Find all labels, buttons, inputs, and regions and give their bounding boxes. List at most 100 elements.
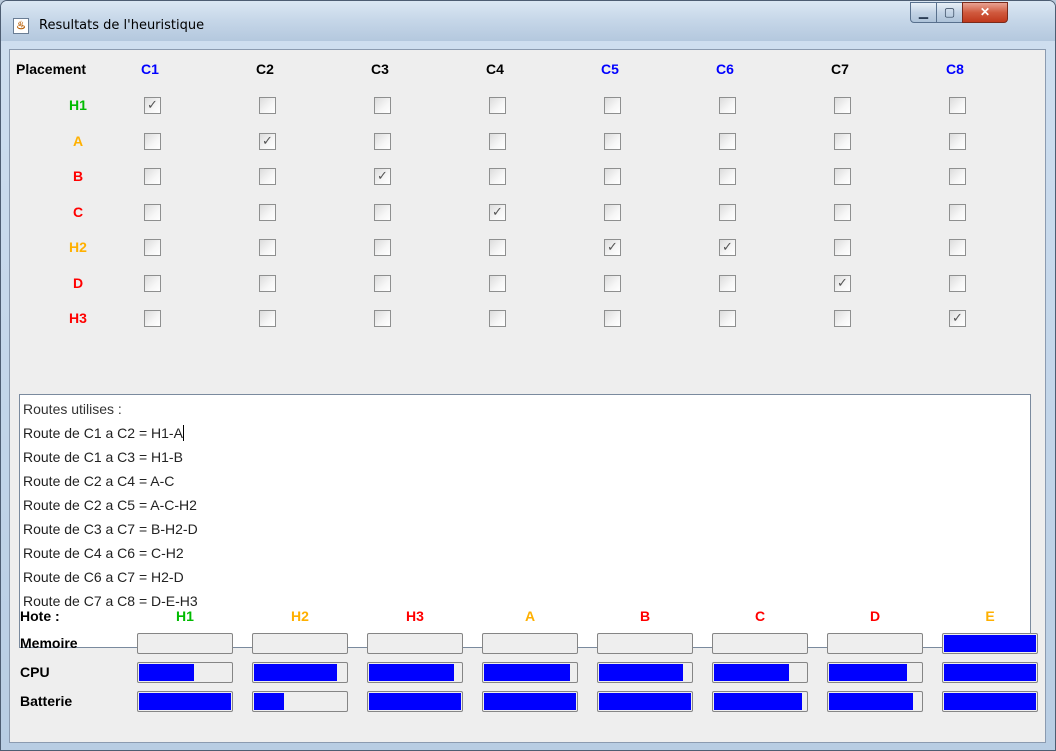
checkbox-d-c7[interactable] bbox=[834, 274, 851, 292]
checkbox-b-c5[interactable] bbox=[604, 168, 621, 185]
host-label-h3: H3 bbox=[406, 608, 424, 624]
checkbox-c-c5[interactable] bbox=[604, 203, 621, 221]
checkbox-d-c8[interactable] bbox=[949, 274, 966, 292]
checkbox-b-c8[interactable] bbox=[949, 168, 966, 185]
progress-fill bbox=[829, 664, 908, 681]
checkbox-b-c3[interactable] bbox=[374, 168, 391, 185]
checkbox-a-c4[interactable] bbox=[489, 132, 506, 150]
row-label-h1: H1 bbox=[69, 97, 87, 113]
text-caret bbox=[182, 425, 184, 441]
checkbox-b-c2[interactable] bbox=[259, 168, 276, 185]
checkbox-h3-c8[interactable] bbox=[949, 310, 966, 327]
checkbox-d-c3[interactable] bbox=[374, 274, 391, 292]
checkbox-h3-c7[interactable] bbox=[834, 310, 851, 327]
checkbox-b-c7[interactable] bbox=[834, 168, 851, 185]
checkbox-h2-c4[interactable] bbox=[489, 239, 506, 256]
checkbox-c-c8[interactable] bbox=[949, 203, 966, 221]
checkbox-h1-c1[interactable] bbox=[144, 97, 161, 114]
checkbox-b-c4[interactable] bbox=[489, 168, 506, 185]
progress-fill bbox=[484, 693, 576, 710]
routes-heading: Routes utilises : bbox=[23, 401, 122, 417]
checkbox-a-c6[interactable] bbox=[719, 132, 736, 150]
title-bar[interactable]: ♨ Resultats de l'heuristique ▁ ▢ ✕ bbox=[1, 1, 1055, 41]
checkbox-h2-c7[interactable] bbox=[834, 239, 851, 256]
progress-bar-batterie-c bbox=[712, 691, 808, 712]
checkbox-h3-c1[interactable] bbox=[144, 310, 161, 327]
progress-bar-cpu-a bbox=[482, 662, 578, 683]
row-label-h2: H2 bbox=[69, 239, 87, 255]
placement-header: Placement bbox=[16, 61, 87, 77]
progress-bar-cpu-h1 bbox=[137, 662, 233, 683]
java-cup-icon: ♨ bbox=[13, 18, 29, 34]
progress-bar-memoire-h2 bbox=[252, 633, 348, 654]
route-line: Route de C3 a C7 = B-H2-D bbox=[23, 521, 198, 537]
maximize-button[interactable]: ▢ bbox=[936, 2, 963, 23]
checkbox-h1-c4[interactable] bbox=[489, 97, 506, 114]
checkbox-h2-c3[interactable] bbox=[374, 239, 391, 256]
progress-bar-batterie-h3 bbox=[367, 691, 463, 712]
checkbox-h3-c5[interactable] bbox=[604, 310, 621, 327]
column-header-c5: C5 bbox=[601, 61, 619, 77]
checkbox-h1-c3[interactable] bbox=[374, 97, 391, 114]
checkbox-h1-c7[interactable] bbox=[834, 97, 851, 114]
row-label-d: D bbox=[72, 274, 84, 291]
checkbox-b-c1[interactable] bbox=[144, 168, 161, 185]
checkbox-h2-c2[interactable] bbox=[259, 239, 276, 256]
checkbox-h2-c8[interactable] bbox=[949, 239, 966, 256]
checkbox-a-c1[interactable] bbox=[144, 132, 161, 150]
checkbox-a-c7[interactable] bbox=[834, 132, 851, 150]
progress-fill bbox=[254, 693, 285, 710]
host-label-d: D bbox=[869, 608, 881, 624]
column-header-c8: C8 bbox=[946, 61, 964, 77]
progress-fill bbox=[254, 664, 337, 681]
checkbox-h2-c6[interactable] bbox=[719, 239, 736, 256]
close-button[interactable]: ✕ bbox=[962, 2, 1008, 23]
checkbox-h2-c1[interactable] bbox=[144, 239, 161, 256]
checkbox-h1-c8[interactable] bbox=[949, 97, 966, 114]
checkbox-h3-c4[interactable] bbox=[489, 310, 506, 327]
progress-bar-cpu-h2 bbox=[252, 662, 348, 683]
progress-bar-batterie-d bbox=[827, 691, 923, 712]
column-header-c2: C2 bbox=[256, 61, 274, 77]
checkbox-h2-c5[interactable] bbox=[604, 239, 621, 256]
progress-fill bbox=[139, 693, 231, 710]
checkbox-a-c3[interactable] bbox=[374, 132, 391, 150]
route-line: Route de C7 a C8 = D-E-H3 bbox=[23, 593, 198, 609]
checkbox-c-c3[interactable] bbox=[374, 203, 391, 221]
checkbox-h3-c2[interactable] bbox=[259, 310, 276, 327]
checkbox-c-c4[interactable] bbox=[489, 203, 506, 221]
minimize-button[interactable]: ▁ bbox=[910, 2, 937, 23]
checkbox-c-c2[interactable] bbox=[259, 203, 276, 221]
resource-label-memoire: Memoire bbox=[20, 635, 78, 651]
progress-bar-memoire-a bbox=[482, 633, 578, 654]
checkbox-d-c2[interactable] bbox=[259, 274, 276, 292]
checkbox-d-c6[interactable] bbox=[719, 274, 736, 292]
host-label-c: C bbox=[754, 608, 766, 624]
checkbox-h3-c3[interactable] bbox=[374, 310, 391, 327]
progress-bar-memoire-h1 bbox=[137, 633, 233, 654]
checkbox-a-c2[interactable] bbox=[259, 132, 276, 150]
checkbox-c-c6[interactable] bbox=[719, 203, 736, 221]
checkbox-c-c7[interactable] bbox=[834, 203, 851, 221]
checkbox-c-c1[interactable] bbox=[144, 203, 161, 221]
route-line: Route de C1 a C2 = H1-A bbox=[23, 425, 184, 441]
progress-fill bbox=[484, 664, 570, 681]
client-area: Placement C1 C2 C3 C4 C5 C6 C7 C8 H1 A B C H2 D H3 Rou… bbox=[9, 49, 1046, 743]
checkbox-h1-c5[interactable] bbox=[604, 97, 621, 114]
route-line: Route de C4 a C6 = C-H2 bbox=[23, 545, 184, 561]
progress-bar-cpu-c bbox=[712, 662, 808, 683]
column-header-c6: C6 bbox=[716, 61, 734, 77]
row-label-a: A bbox=[72, 132, 84, 149]
progress-fill bbox=[714, 664, 790, 681]
checkbox-d-c1[interactable] bbox=[144, 274, 161, 292]
checkbox-b-c6[interactable] bbox=[719, 168, 736, 185]
resource-label-cpu: CPU bbox=[20, 664, 50, 680]
checkbox-h1-c6[interactable] bbox=[719, 97, 736, 114]
checkbox-a-c8[interactable] bbox=[949, 132, 966, 150]
checkbox-d-c5[interactable] bbox=[604, 274, 621, 292]
checkbox-a-c5[interactable] bbox=[604, 132, 621, 150]
checkbox-h1-c2[interactable] bbox=[259, 97, 276, 114]
checkbox-h3-c6[interactable] bbox=[719, 310, 736, 327]
checkbox-d-c4[interactable] bbox=[489, 274, 506, 292]
window-title: Resultats de l'heuristique bbox=[39, 18, 205, 33]
